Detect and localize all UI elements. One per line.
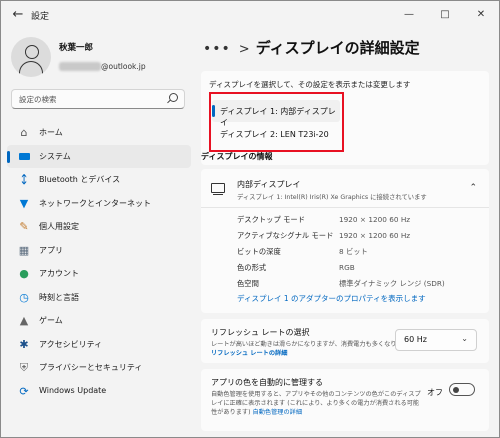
sidebar-item-network[interactable]: ▼ ネットワークとインターネット [7,192,191,216]
chevron-up-icon[interactable]: ⌃ [469,183,477,193]
monitor-icon [211,183,225,196]
toggle-knob [453,386,459,393]
windows-update-icon: ⟳ [19,384,29,398]
spec-value: 1920 × 1200 60 Hz [339,231,411,240]
sidebar-item-privacy[interactable]: ⛨ プライバシーとセキュリティ [7,356,191,380]
highlight-box [209,92,344,152]
sidebar-item-system[interactable]: システム [7,144,191,168]
refresh-rate-title: リフレッシュ レートの選択 [211,328,310,337]
chevron-down-icon: ⌄ [461,334,468,343]
bluetooth-icon: ᛨ [20,173,28,186]
email-redaction [59,62,101,71]
account-icon: ● [19,267,29,280]
spec-value: RGB [339,263,355,272]
window-title: 設定 [31,12,50,22]
search-icon [169,93,178,102]
auto-color-desc: 自動色管理を使用すると、アプリやその他のコンテンツの色がこのディスプ レイに正確… [211,391,421,416]
profile-email: @outlook.jp [59,56,146,71]
sidebar-item-home[interactable]: ⌂ ホーム [7,121,191,145]
breadcrumb: ••• > ディスプレイの詳細設定 [203,37,420,59]
spec-label: ビットの深度 [237,247,281,256]
sidebar-item-accounts[interactable]: ● アカウント [7,262,191,286]
display-selector-hint: ディスプレイを選択して、その設定を表示または変更します [209,80,411,89]
spec-label: アクティブなシグナル モード [237,231,334,240]
title-bar: ← 設定 — □ ✕ [1,1,499,31]
minimize-icon[interactable]: — [391,1,427,29]
network-icon: ▼ [19,196,29,210]
refresh-rate-dropdown[interactable]: 60 Hz ⌄ [395,329,477,351]
chevron-right-icon: > [238,42,250,57]
auto-color-title: アプリの色を自動的に管理する [211,378,323,387]
sidebar-item-gaming[interactable]: ▲ ゲーム [7,309,191,333]
profile-header[interactable]: 秋葉一郎 @outlook.jp [11,33,191,83]
search-placeholder: 設定の検索 [19,95,57,104]
profile-name: 秋葉一郎 [59,43,94,53]
page-title: ディスプレイの詳細設定 [255,39,420,57]
sidebar-item-windows-update[interactable]: ⟳ Windows Update [7,380,191,404]
spec-value: 1920 × 1200 60 Hz [339,215,411,224]
apps-icon: ▦ [18,243,30,257]
refresh-rate-link[interactable]: リフレッシュ レートの詳細 [211,350,287,357]
auto-color-toggle-label: オフ [427,388,443,397]
time-language-icon: ◷ [19,290,29,304]
close-icon[interactable]: ✕ [463,1,499,29]
spec-label: 色の形式 [237,263,267,272]
refresh-rate-card: リフレッシュ レートの選択 レートが高いほど動きは滑らかになりますが、消費電力も… [201,319,489,363]
display-info-header[interactable]: 内部ディスプレイ ディスプレイ 1: Intel(R) Iris(R) Xe G… [201,169,489,208]
personalization-icon: ✎ [19,220,29,233]
display-info-card: 内部ディスプレイ ディスプレイ 1: Intel(R) Iris(R) Xe G… [201,169,489,313]
back-arrow-icon[interactable]: ← [9,6,27,24]
spec-label: デスクトップ モード [237,215,305,224]
sidebar-item-personalization[interactable]: ✎ 個人用設定 [7,215,191,239]
adapter-properties-link[interactable]: ディスプレイ 1 のアダプターのプロパティを表示します [237,293,426,304]
breadcrumb-more[interactable]: ••• [203,41,231,57]
sidebar-item-time-language[interactable]: ◷ 時刻と言語 [7,286,191,310]
auto-color-toggle[interactable] [449,383,475,396]
spec-label: 色空間 [237,279,259,288]
maximize-icon[interactable]: □ [427,1,463,29]
spec-value: 標準ダイナミック レンジ (SDR) [339,279,445,288]
auto-color-card: アプリの色を自動的に管理する 自動色管理を使用すると、アプリやその他のコンテンツ… [201,369,489,431]
home-icon: ⌂ [20,126,28,139]
sidebar-nav: ⌂ ホーム システム ᛨ Bluetooth とデバイス ▼ ネットワークとイン… [7,121,191,403]
sidebar-item-bluetooth[interactable]: ᛨ Bluetooth とデバイス [7,168,191,192]
display-name: 内部ディスプレイ [237,180,301,189]
system-icon [17,150,31,164]
display-info-heading: ディスプレイの情報 [201,152,273,161]
sidebar-item-apps[interactable]: ▦ アプリ [7,239,191,263]
auto-color-link[interactable]: 自動色管理の詳細 [253,409,303,416]
person-icon [25,45,39,59]
refresh-rate-value: 60 Hz [404,335,427,344]
settings-window: ← 設定 — □ ✕ 秋葉一郎 @outlook.jp 設定の検索 ⌂ ホーム … [0,0,500,438]
privacy-icon: ⛨ [19,361,29,374]
refresh-rate-desc: レートが高いほど動きは滑らかになりますが、消費電力も多くなります リフレッシュ … [211,341,409,357]
search-input[interactable]: 設定の検索 [11,89,185,109]
sidebar-item-accessibility[interactable]: ✱ アクセシビリティ [7,333,191,357]
gaming-icon: ▲ [19,314,29,327]
avatar [11,37,51,77]
accessibility-icon: ✱ [19,337,29,351]
spec-value: 8 ビット [339,247,368,256]
display-connection: ディスプレイ 1: Intel(R) Iris(R) Xe Graphics に… [237,194,427,201]
